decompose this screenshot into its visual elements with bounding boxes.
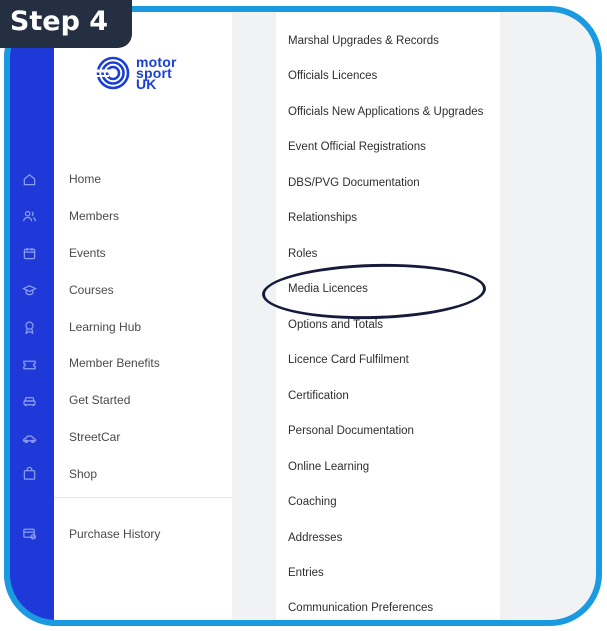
shopping-bag-icon[interactable]	[4, 458, 54, 488]
menu-item-online-learning[interactable]: Online Learning	[288, 461, 369, 473]
award-icon[interactable]	[4, 312, 54, 342]
sidebar: motor sport UK Home Members Events Cours…	[54, 6, 232, 626]
sidebar-item-shop[interactable]: Shop	[69, 467, 97, 481]
motorsport-uk-logo: motor sport UK	[96, 55, 177, 91]
sidebar-item-home[interactable]: Home	[69, 172, 101, 186]
home-icon[interactable]	[4, 164, 54, 194]
step-badge: Step 4	[0, 0, 132, 48]
menu-item-options-and-totals[interactable]: Options and Totals	[288, 319, 383, 331]
step-badge-label: Step 4	[9, 5, 109, 37]
logo-text: motor sport UK	[136, 55, 177, 91]
graduation-cap-icon[interactable]	[4, 275, 54, 305]
menu-item-officials-new-applications[interactable]: Officials New Applications & Upgrades	[288, 106, 483, 118]
menu-item-certification[interactable]: Certification	[288, 390, 349, 402]
content-background-right	[500, 6, 602, 626]
menu-item-roles[interactable]: Roles	[288, 248, 317, 260]
members-icon[interactable]	[4, 201, 54, 231]
logo-mark-icon	[96, 56, 130, 90]
sidebar-divider	[54, 497, 232, 498]
app-frame: motor sport UK Home Members Events Cours…	[4, 6, 602, 626]
sports-car-icon[interactable]	[4, 423, 54, 453]
sidebar-item-streetcar[interactable]: StreetCar	[69, 430, 120, 444]
menu-item-addresses[interactable]: Addresses	[288, 532, 342, 544]
calendar-icon[interactable]	[4, 238, 54, 268]
sidebar-item-courses[interactable]: Courses	[69, 283, 114, 297]
sidebar-item-members[interactable]: Members	[69, 209, 119, 223]
menu-item-licence-card-fulfilment[interactable]: Licence Card Fulfilment	[288, 354, 409, 366]
menu-item-marshal-upgrades[interactable]: Marshal Upgrades & Records	[288, 35, 439, 47]
sidebar-item-purchase-history[interactable]: Purchase History	[69, 527, 160, 541]
sidebar-item-learning-hub[interactable]: Learning Hub	[69, 320, 141, 334]
icon-rail	[4, 6, 54, 626]
menu-item-communication-preferences[interactable]: Communication Preferences	[288, 602, 433, 614]
menu-item-relationships[interactable]: Relationships	[288, 212, 357, 224]
car-icon[interactable]	[4, 386, 54, 416]
menu-item-coaching[interactable]: Coaching	[288, 496, 337, 508]
sidebar-item-member-benefits[interactable]: Member Benefits	[69, 356, 160, 370]
menu-item-officials-licences[interactable]: Officials Licences	[288, 70, 377, 82]
menu-item-dbs-pvg-documentation[interactable]: DBS/PVG Documentation	[288, 177, 420, 189]
ticket-icon[interactable]	[4, 349, 54, 379]
receipt-icon[interactable]	[4, 518, 54, 548]
sidebar-item-get-started[interactable]: Get Started	[69, 393, 130, 407]
menu-item-entries[interactable]: Entries	[288, 567, 324, 579]
menu-item-event-official-registrations[interactable]: Event Official Registrations	[288, 141, 426, 153]
content-background	[232, 6, 276, 626]
sidebar-item-events[interactable]: Events	[69, 246, 106, 260]
menu-item-personal-documentation[interactable]: Personal Documentation	[288, 425, 414, 437]
